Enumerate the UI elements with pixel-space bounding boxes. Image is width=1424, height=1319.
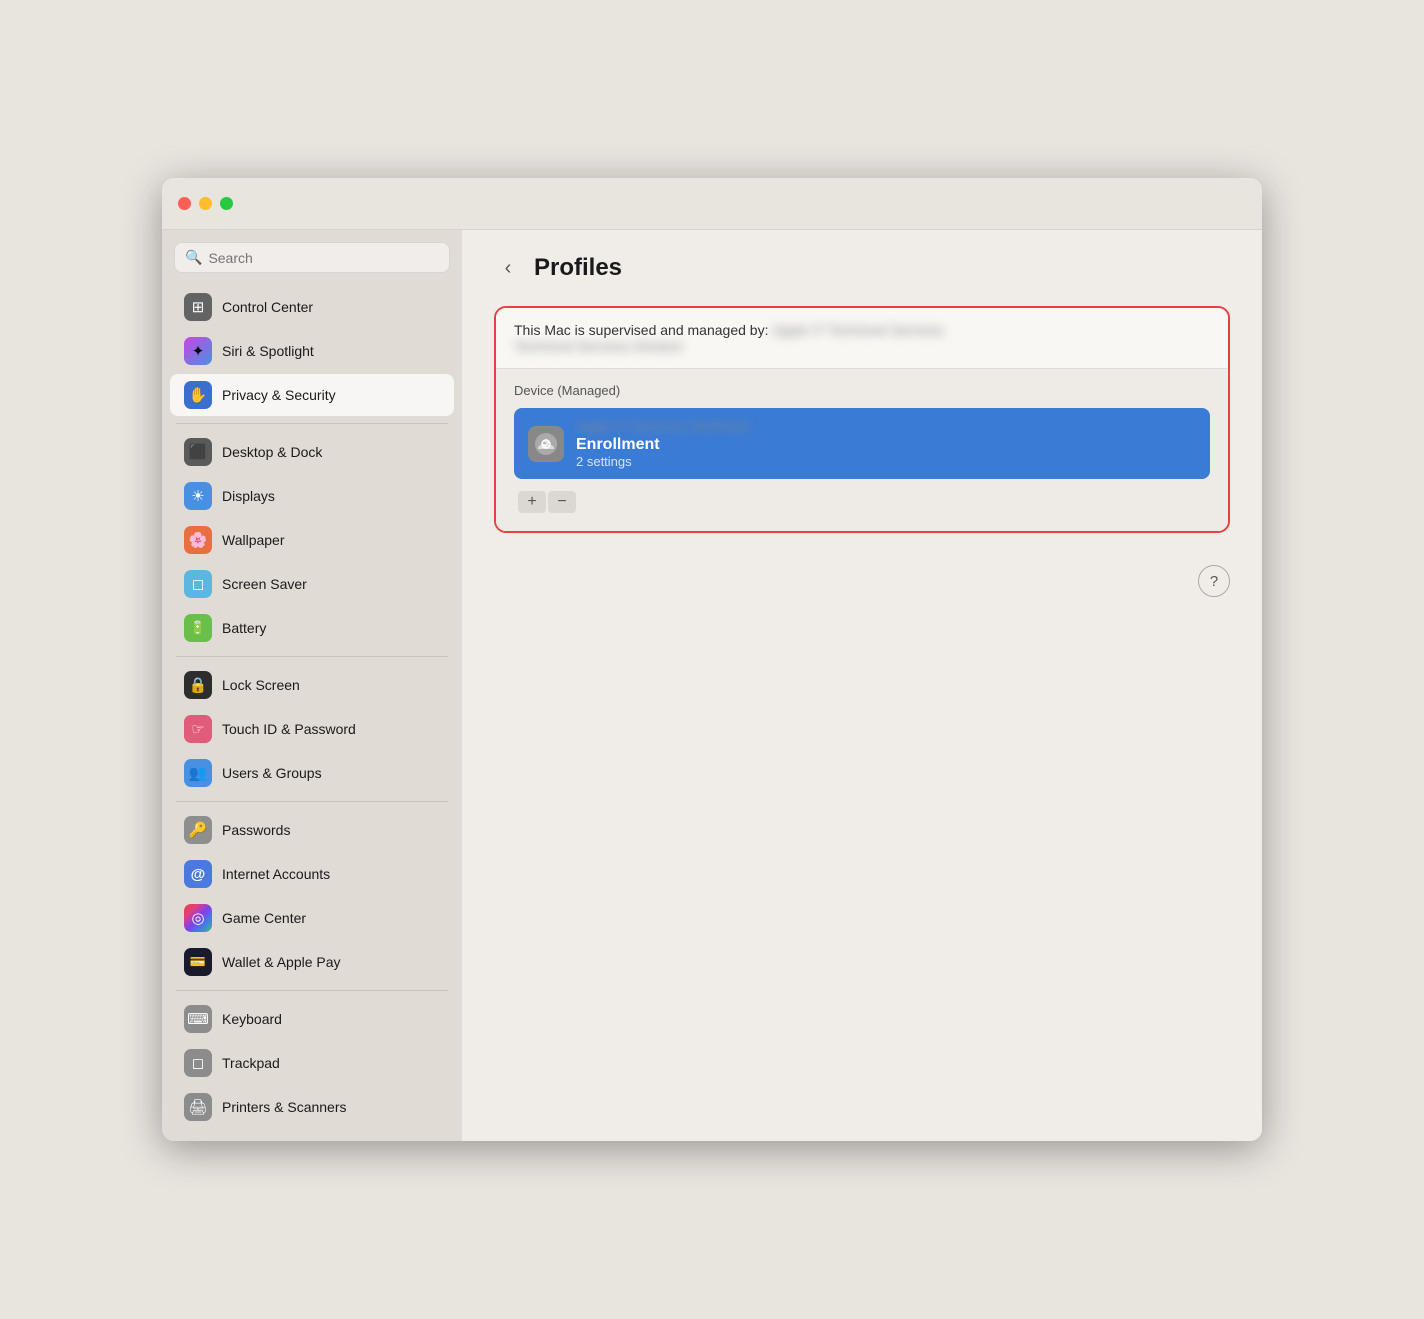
minimize-button[interactable] — [199, 197, 212, 210]
enrollment-settings: 2 settings — [576, 454, 1196, 469]
add-remove-row: + − — [514, 489, 1210, 521]
trackpad-icon: ◻ — [184, 1049, 212, 1077]
supervised-banner: This Mac is supervised and managed by: A… — [496, 308, 1228, 369]
game-center-icon: ◎ — [184, 904, 212, 932]
supervised-sub-blurred: Technical Services Division — [514, 338, 683, 354]
sidebar-item-label: Trackpad — [222, 1055, 280, 1071]
back-button[interactable]: ‹ — [494, 254, 522, 282]
siri-icon: ✦ — [184, 337, 212, 365]
device-managed-label: Device (Managed) — [514, 383, 1210, 398]
device-managed-section: Device (Managed) — [496, 369, 1228, 531]
desktop-dock-icon: ⬛ — [184, 438, 212, 466]
sidebar-divider — [176, 423, 448, 424]
sidebar-item[interactable]: ☞ Touch ID & Password — [170, 708, 454, 750]
search-input[interactable] — [208, 250, 439, 266]
sidebar-item-label: Wallpaper — [222, 532, 285, 548]
sidebar-item[interactable]: @ Internet Accounts — [170, 853, 454, 895]
screensaver-icon: ◻ — [184, 570, 212, 598]
profiles-card: This Mac is supervised and managed by: A… — [494, 306, 1230, 533]
enrollment-text: Apple IT Services Technical Enrollment 2… — [576, 418, 1196, 469]
sidebar-item[interactable]: ◎ Game Center — [170, 897, 454, 939]
maximize-button[interactable] — [220, 197, 233, 210]
sidebar-item[interactable]: ⊞ Control Center — [170, 286, 454, 328]
sidebar-item-label: Displays — [222, 488, 275, 504]
sidebar-item-label: Printers & Scanners — [222, 1099, 347, 1115]
enrollment-name-blurred: Apple IT Services Technical — [576, 418, 747, 434]
content-area: 🔍 ⊞ Control Center ✦ Siri & Spotlight ✋ — [162, 230, 1262, 1141]
passwords-icon: 🔑 — [184, 816, 212, 844]
control-center-icon: ⊞ — [184, 293, 212, 321]
sidebar-item[interactable]: 👥 Users & Groups — [170, 752, 454, 794]
sidebar-item-label: Game Center — [222, 910, 306, 926]
sidebar-item-label: Internet Accounts — [222, 866, 330, 882]
sidebar-item[interactable]: 🔋 Battery — [170, 607, 454, 649]
sidebar-item[interactable]: 💳 Wallet & Apple Pay — [170, 941, 454, 983]
sidebar-item-label: Keyboard — [222, 1011, 282, 1027]
sidebar-item[interactable]: ◻ Screen Saver — [170, 563, 454, 605]
sidebar-item-label: Control Center — [222, 299, 313, 315]
sidebar-item-label: Wallet & Apple Pay — [222, 954, 341, 970]
page-header: ‹ Profiles — [494, 254, 1230, 282]
sidebar-item[interactable]: 🖨 Printers & Scanners — [170, 1086, 454, 1128]
sidebar-divider — [176, 656, 448, 657]
sidebar-item[interactable]: ⌨ Keyboard — [170, 998, 454, 1040]
close-button[interactable] — [178, 197, 191, 210]
sidebar-item[interactable]: 🔑 Passwords — [170, 809, 454, 851]
help-area: ? — [494, 557, 1230, 597]
sidebar-item-label: Privacy & Security — [222, 387, 336, 403]
displays-icon: ☀ — [184, 482, 212, 510]
sidebar-item-label: Lock Screen — [222, 677, 300, 693]
page-title: Profiles — [534, 254, 622, 282]
sidebar-item[interactable]: ◻ Trackpad — [170, 1042, 454, 1084]
battery-icon: 🔋 — [184, 614, 212, 642]
remove-profile-button[interactable]: − — [548, 491, 576, 513]
system-settings-window: 🔍 ⊞ Control Center ✦ Siri & Spotlight ✋ — [162, 178, 1262, 1141]
sidebar-item-label: Screen Saver — [222, 576, 307, 592]
sidebar-item-label: Users & Groups — [222, 765, 322, 781]
enrollment-title: Enrollment — [576, 436, 660, 454]
help-button[interactable]: ? — [1198, 565, 1230, 597]
users-groups-icon: 👥 — [184, 759, 212, 787]
sidebar-item-label: Battery — [222, 620, 266, 636]
supervised-by-blurred: Apple IT Technical Services — [772, 322, 943, 338]
supervised-label: This Mac is supervised and managed by: — [514, 322, 768, 338]
sidebar-item[interactable]: ⬛ Desktop & Dock — [170, 431, 454, 473]
sidebar-item[interactable]: ☀ Displays — [170, 475, 454, 517]
printers-icon: 🖨 — [184, 1093, 212, 1121]
enrollment-icon — [528, 426, 564, 462]
wallet-icon: 💳 — [184, 948, 212, 976]
traffic-lights — [178, 197, 233, 210]
sidebar-item[interactable]: 🌸 Wallpaper — [170, 519, 454, 561]
touchid-icon: ☞ — [184, 715, 212, 743]
sidebar-item[interactable]: ✦ Siri & Spotlight — [170, 330, 454, 372]
sidebar-divider — [176, 801, 448, 802]
titlebar — [162, 178, 1262, 230]
enrollment-row[interactable]: Apple IT Services Technical Enrollment 2… — [514, 408, 1210, 479]
sidebar-item-label: Passwords — [222, 822, 290, 838]
enrollment-name: Apple IT Services Technical — [576, 418, 1196, 434]
search-icon: 🔍 — [185, 249, 202, 266]
sidebar-item[interactable]: 🔒 Lock Screen — [170, 664, 454, 706]
sidebar-item-label: Siri & Spotlight — [222, 343, 314, 359]
sidebar-item-privacy-security[interactable]: ✋ Privacy & Security — [170, 374, 454, 416]
add-profile-button[interactable]: + — [518, 491, 546, 513]
internet-accounts-icon: @ — [184, 860, 212, 888]
main-content: ‹ Profiles This Mac is supervised and ma… — [462, 230, 1262, 1141]
privacy-security-icon: ✋ — [184, 381, 212, 409]
lockscreen-icon: 🔒 — [184, 671, 212, 699]
keyboard-icon: ⌨ — [184, 1005, 212, 1033]
sidebar: 🔍 ⊞ Control Center ✦ Siri & Spotlight ✋ — [162, 230, 462, 1141]
wallpaper-icon: 🌸 — [184, 526, 212, 554]
sidebar-divider — [176, 990, 448, 991]
sidebar-item-label: Desktop & Dock — [222, 444, 322, 460]
sidebar-item-label: Touch ID & Password — [222, 721, 356, 737]
back-icon: ‹ — [505, 257, 512, 280]
search-box[interactable]: 🔍 — [174, 242, 450, 273]
